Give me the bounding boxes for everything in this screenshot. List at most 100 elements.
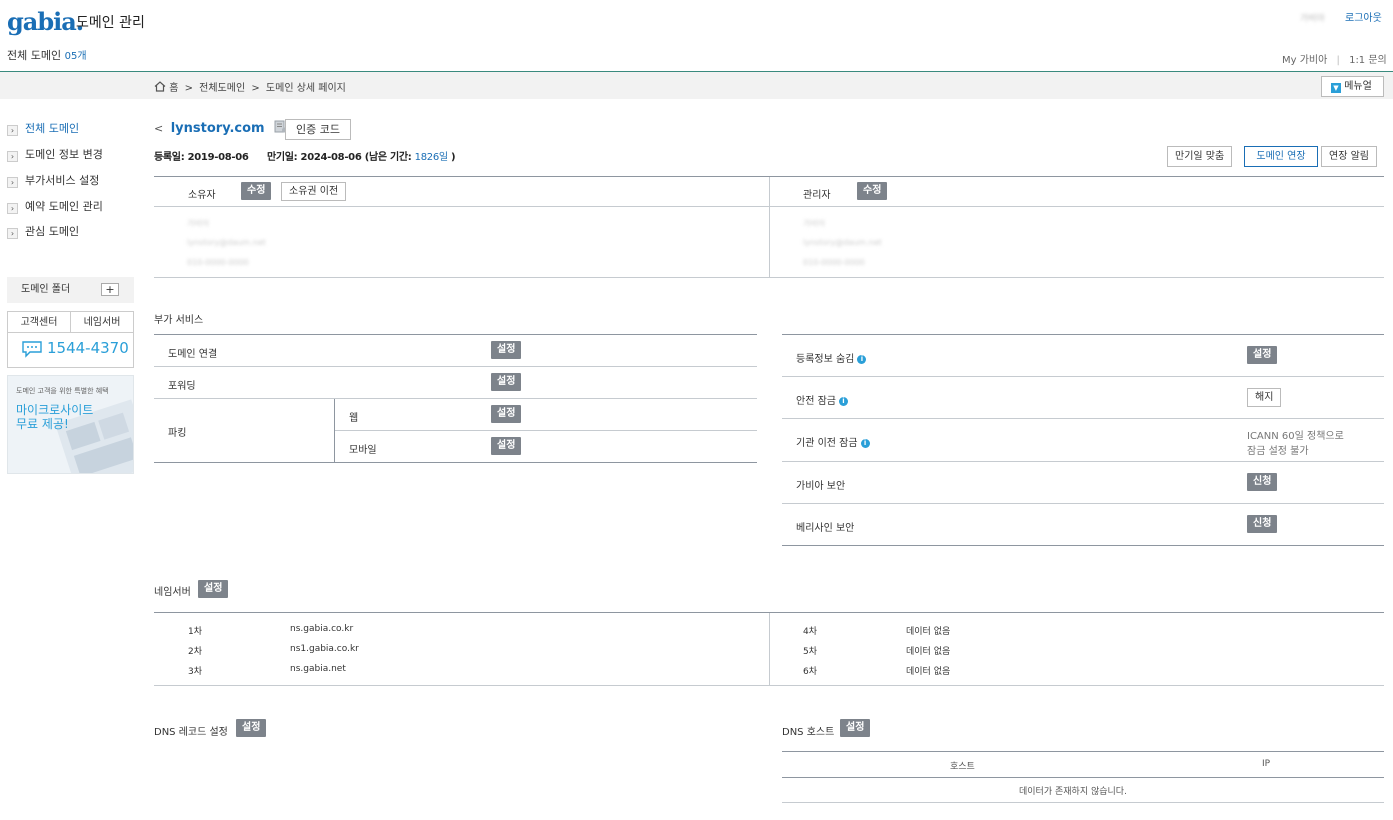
qna-link[interactable]: 1:1 문의	[1349, 55, 1387, 66]
reg-date: 2019-08-06	[187, 152, 249, 163]
manual-label: 메뉴얼	[1344, 81, 1372, 92]
admin-edit-button[interactable]: 수정	[857, 182, 888, 200]
tab-customer-center[interactable]: 고객센터	[8, 312, 71, 333]
ownership-transfer-button[interactable]: 소유권 이전	[281, 182, 347, 201]
back-arrow[interactable]: <	[154, 122, 163, 135]
domain-connect-set-button[interactable]: 설정	[491, 341, 522, 359]
nameserver-bottom-border	[154, 685, 1384, 686]
ns-rank-6: 6차	[803, 667, 818, 677]
addon-section-title: 부가 서비스	[154, 315, 204, 326]
dns-record-title: DNS 레코드 설정	[154, 727, 228, 738]
domain-count-label: 전체 도메인	[7, 49, 62, 62]
nameserver-title: 네임서버	[154, 587, 191, 598]
ns-host-4: 데이터 없음	[906, 627, 951, 637]
transfer-lock-row-label: 기관 이전 잠금 i	[796, 434, 870, 449]
folder-add-button[interactable]: +	[101, 283, 119, 296]
chevron-right-icon: ›	[7, 177, 18, 188]
dns-host-col-ip: IP	[1262, 759, 1271, 769]
logo[interactable]: gabia.	[7, 8, 84, 36]
reg-date-label: 등록일:	[154, 152, 185, 163]
privacy-set-button[interactable]: 설정	[1247, 346, 1278, 364]
sidebar-item-label: 예약 도메인 관리	[25, 200, 103, 213]
chevron-right-icon: ›	[7, 203, 18, 214]
ns-rank-3: 3차	[188, 667, 203, 677]
verisign-security-apply-button[interactable]: 신청	[1247, 515, 1278, 533]
renew-alert-button[interactable]: 연장 알림	[1321, 146, 1377, 167]
info-icon[interactable]: i	[860, 439, 870, 448]
ns-host-2: ns1.gabia.co.kr	[290, 644, 359, 654]
breadcrumb-sep: >	[184, 83, 193, 94]
admin-phone: 010-0000-0000	[803, 258, 865, 267]
remain-days: 1826일	[414, 152, 448, 163]
owner-email: lynstory@daum.net	[187, 238, 266, 247]
nameserver-set-button[interactable]: 설정	[198, 580, 229, 598]
forwarding-label: 포워딩	[168, 381, 196, 392]
chevron-right-icon: ›	[7, 125, 18, 136]
breadcrumb-all-domains[interactable]: 전체도메인	[199, 83, 245, 94]
breadcrumb: 홈 > 전체도메인 > 도메인 상세 페이지	[154, 81, 346, 95]
row-border	[782, 418, 1384, 419]
row-border	[334, 430, 757, 431]
owner-phone: 010-0000-0000	[187, 258, 249, 267]
breadcrumb-home[interactable]: 홈	[169, 83, 178, 94]
ns-host-5: 데이터 없음	[906, 647, 951, 657]
sidebar-item-reserved-domains[interactable]: › 예약 도메인 관리	[7, 198, 103, 214]
exp-date: 2024-08-06	[300, 152, 362, 163]
breadcrumb-current: 도메인 상세 페이지	[265, 83, 346, 94]
privacy-row-label: 등록정보 숨김 i	[796, 350, 867, 365]
domain-title-row: < lynstory.com	[154, 120, 288, 140]
sidebar-item-domain-info[interactable]: › 도메인 정보 변경	[7, 146, 103, 162]
chat-icon	[21, 340, 43, 361]
top-links: My 가비아 | 1:1 문의	[1282, 51, 1387, 66]
logout-link[interactable]: 로그아웃	[1345, 9, 1382, 24]
gabia-security-apply-button[interactable]: 신청	[1247, 473, 1278, 491]
my-gabia-link[interactable]: My 가비아	[1282, 55, 1327, 66]
domain-folder[interactable]: 도메인 폴더 +	[7, 277, 134, 303]
remain-suffix: )	[450, 152, 456, 163]
info-icon[interactable]: i	[838, 397, 848, 406]
admin-name: 가비아	[803, 219, 826, 228]
home-icon[interactable]	[154, 81, 169, 94]
dns-host-set-button[interactable]: 설정	[840, 719, 871, 737]
privacy-label: 등록정보 숨김	[796, 354, 855, 365]
gabia-security-label: 가비아 보안	[796, 481, 846, 492]
contacts-divider	[769, 177, 770, 277]
parking-web-label: 웹	[349, 413, 359, 424]
sidebar-item-all-domains[interactable]: › 전체 도메인	[7, 120, 79, 136]
verisign-security-label: 베리사인 보안	[796, 523, 855, 534]
domain-count-value[interactable]: 05개	[65, 51, 87, 62]
dns-host-title: DNS 호스트	[782, 727, 835, 738]
parking-divider	[334, 399, 335, 462]
domain-count: 전체 도메인 05개	[7, 47, 87, 63]
microsite-banner[interactable]: 도메인 고객을 위한 특별한 혜택 마이크로사이트 무료 제공!	[7, 375, 134, 474]
row-border	[154, 366, 757, 367]
banner-line2: 무료 제공!	[16, 417, 69, 431]
parking-web-set-button[interactable]: 설정	[491, 405, 522, 423]
addon-left-top-border	[154, 334, 757, 335]
auth-code-button[interactable]: 인증 코드	[285, 119, 351, 140]
forwarding-set-button[interactable]: 설정	[491, 373, 522, 391]
safe-lock-release-button[interactable]: 해지	[1247, 388, 1282, 407]
icann-notice-line1: ICANN 60일 정책으로	[1247, 431, 1344, 442]
manual-button[interactable]: ▼ 메뉴얼	[1321, 76, 1384, 97]
sidebar-item-addon-settings[interactable]: › 부가서비스 설정	[7, 172, 99, 188]
sidebar-item-watched-domains[interactable]: › 관심 도메인	[7, 223, 79, 239]
tab-nameserver[interactable]: 네임서버	[71, 312, 133, 333]
user-name: 가비아	[1300, 14, 1325, 24]
icann-notice-line2: 잠금 설정 불가	[1247, 446, 1309, 457]
addon-left-bottom-border	[154, 462, 757, 463]
owner-edit-button[interactable]: 수정	[241, 182, 272, 200]
renew-domain-button[interactable]: 도메인 연장	[1244, 146, 1318, 167]
breadcrumb-sep: >	[251, 83, 260, 94]
support-box: 고객센터 네임서버 1544-4370	[7, 311, 134, 368]
transfer-lock-label: 기관 이전 잠금	[796, 438, 858, 449]
dns-record-set-button[interactable]: 설정	[236, 719, 267, 737]
expiry-match-button[interactable]: 만기일 맞춤	[1167, 146, 1233, 167]
dns-host-bottom-border	[782, 802, 1384, 803]
remain-prefix: (남은 기간:	[364, 152, 412, 163]
info-icon[interactable]: i	[857, 355, 867, 364]
admin-label: 관리자	[803, 190, 831, 201]
dns-host-top-border	[782, 751, 1384, 752]
admin-email: lynstory@daum.net	[803, 238, 882, 247]
parking-mobile-set-button[interactable]: 설정	[491, 437, 522, 455]
